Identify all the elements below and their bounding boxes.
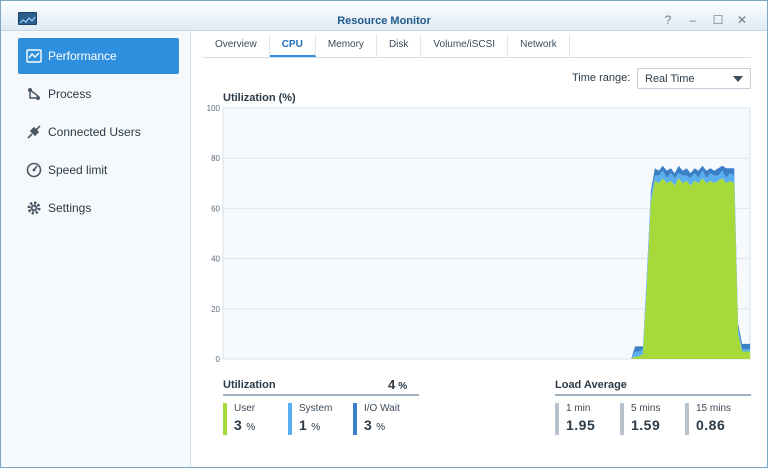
utilization-divider xyxy=(223,394,419,396)
load-average-title: Load Average xyxy=(555,379,627,391)
performance-icon xyxy=(20,49,48,63)
cpu-utilization-chart: 0 20 40 60 80 100 xyxy=(207,104,751,364)
y-tick-label: 20 xyxy=(211,305,220,314)
metric-value: 3% xyxy=(364,417,400,433)
metric-label: 15 mins xyxy=(696,403,732,414)
minimize-icon[interactable]: – xyxy=(686,13,700,27)
utilization-total-unit: % xyxy=(398,381,408,392)
metric-value: 1% xyxy=(299,417,332,433)
sidebar-item-connected-users[interactable]: Connected Users xyxy=(18,114,179,150)
tab-disk[interactable]: Disk xyxy=(377,34,422,57)
tab-memory[interactable]: Memory xyxy=(316,34,377,57)
metric-label: User xyxy=(234,403,256,414)
time-range-label: Time range: xyxy=(572,72,631,84)
load-average-divider xyxy=(555,394,751,396)
sidebar-item-speed-limit[interactable]: Speed limit xyxy=(18,152,179,188)
metric-unit: % xyxy=(311,422,321,433)
time-range-value: Real Time xyxy=(645,73,695,85)
sidebar: Performance Process Connected Users Spee… xyxy=(1,31,191,467)
sidebar-item-settings[interactable]: Settings xyxy=(18,190,179,226)
metric-label: 5 mins xyxy=(631,403,661,414)
y-tick-label: 60 xyxy=(211,204,220,213)
metric-label: I/O Wait xyxy=(364,403,400,414)
help-icon[interactable]: ? xyxy=(661,13,675,27)
metric-value: 3% xyxy=(234,417,256,433)
sidebar-item-performance[interactable]: Performance xyxy=(18,38,179,74)
metric-user: User 3% xyxy=(223,403,256,435)
metric-value: 1.95 xyxy=(566,417,596,433)
metric-number: 1 xyxy=(299,417,308,433)
metric-unit: % xyxy=(246,422,256,433)
metric-label: 1 min xyxy=(566,403,591,414)
metric-label: System xyxy=(299,403,333,414)
load-5min: 5 mins 1.59 xyxy=(620,403,660,435)
tab-volume-iscsi[interactable]: Volume/iSCSI xyxy=(421,34,509,57)
process-icon xyxy=(20,86,48,102)
metric-iowait: I/O Wait 3% xyxy=(353,403,400,435)
y-tick-label: 0 xyxy=(216,355,221,364)
metric-value: 1.59 xyxy=(631,417,661,433)
resource-monitor-window: Resource Monitor ? – ☐ ✕ Performance Pro… xyxy=(0,0,768,468)
maximize-icon[interactable]: ☐ xyxy=(711,13,725,27)
sidebar-item-label: Settings xyxy=(48,201,92,215)
sidebar-item-label: Connected Users xyxy=(48,125,141,139)
metric-value: 0.86 xyxy=(696,417,726,433)
metric-unit: % xyxy=(376,422,386,433)
load-1min: 1 min 1.95 xyxy=(555,403,595,435)
title-bar[interactable]: Resource Monitor ? – ☐ ✕ xyxy=(1,1,767,31)
connected-users-icon xyxy=(20,124,48,140)
tab-overview[interactable]: Overview xyxy=(203,34,270,57)
metric-system: System 1% xyxy=(288,403,332,435)
utilization-total-value: 4 xyxy=(388,377,396,392)
y-tick-label: 100 xyxy=(207,104,221,113)
tab-cpu[interactable]: CPU xyxy=(269,34,316,57)
window-title: Resource Monitor xyxy=(337,15,431,27)
metric-number: 3 xyxy=(364,417,373,433)
chevron-down-icon xyxy=(733,76,743,82)
gear-icon xyxy=(20,200,48,216)
metric-number: 3 xyxy=(234,417,243,433)
sidebar-item-label: Speed limit xyxy=(48,163,108,177)
y-tick-label: 40 xyxy=(211,255,220,264)
sidebar-item-label: Process xyxy=(48,87,92,101)
tab-network[interactable]: Network xyxy=(508,34,570,57)
y-tick-label: 80 xyxy=(211,154,220,163)
utilization-title: Utilization xyxy=(223,379,276,391)
sidebar-item-label: Performance xyxy=(48,49,117,63)
close-icon[interactable]: ✕ xyxy=(735,13,749,27)
load-15min: 15 mins 0.86 xyxy=(685,403,731,435)
time-range-select[interactable]: Real Time xyxy=(637,68,751,89)
sidebar-item-process[interactable]: Process xyxy=(18,76,179,112)
speed-limit-icon xyxy=(20,162,48,178)
tab-bar: Overview CPU Memory Disk Volume/iSCSI Ne… xyxy=(203,34,751,58)
utilization-total: 4% xyxy=(388,377,407,392)
